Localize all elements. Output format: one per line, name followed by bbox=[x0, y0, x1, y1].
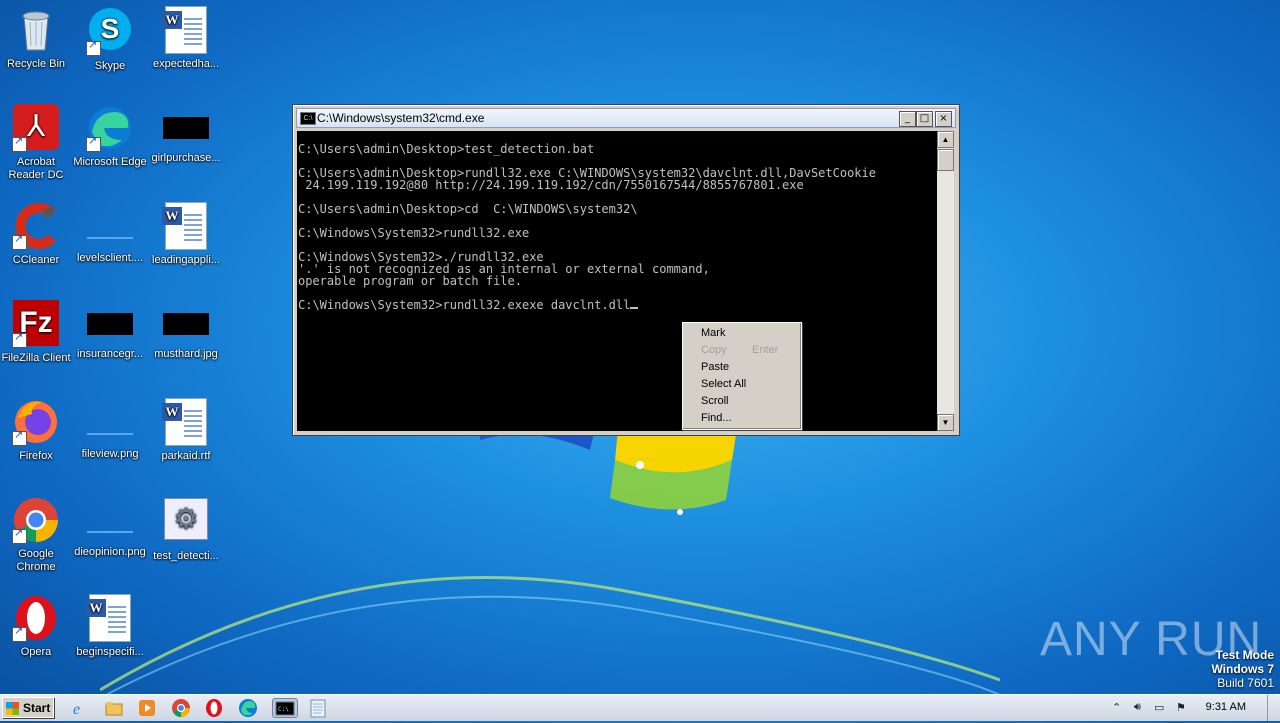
chrome-icon[interactable] bbox=[171, 698, 191, 718]
shortcut-arrow-icon bbox=[12, 527, 27, 544]
desktop-icon-levelsclient[interactable]: levelsclient.... bbox=[72, 202, 148, 265]
desktop-icon-leadingappli[interactable]: W leadingappli... bbox=[148, 202, 224, 267]
batch-file-gear-icon: ⚙ bbox=[162, 498, 210, 546]
recycle-bin-icon bbox=[12, 6, 60, 54]
desktop-icon-recycle-bin[interactable]: Recycle Bin bbox=[0, 6, 74, 71]
word-document-icon: W bbox=[162, 6, 210, 54]
cmd-titlebar[interactable]: C:\ C:\Windows\system32\cmd.exe _ □ × bbox=[296, 108, 956, 128]
desktop-icon-ccleaner[interactable]: CCleaner bbox=[0, 202, 74, 267]
desktop-icon-acrobat[interactable]: ⅄ Acrobat Reader DC bbox=[0, 104, 74, 182]
desktop-icon-beginspecifi[interactable]: W beginspecifi... bbox=[72, 594, 148, 659]
cmd-taskbar-button[interactable]: C:\ bbox=[272, 698, 298, 718]
desktop-icon-chrome[interactable]: Google Chrome bbox=[0, 496, 74, 574]
menu-item-copy[interactable]: Copy Enter bbox=[701, 342, 797, 359]
console-line: C:\Users\admin\Desktop>cd C:\WINDOWS\sys… bbox=[298, 202, 638, 216]
text-cursor bbox=[630, 307, 639, 309]
svg-text:e: e bbox=[73, 701, 80, 718]
shortcut-arrow-icon bbox=[86, 135, 101, 152]
desktop-icon-test-detection[interactable]: ⚙ test_detecti... bbox=[148, 496, 224, 563]
menu-item-paste[interactable]: Paste bbox=[701, 359, 797, 376]
network-icon[interactable]: ▭ bbox=[1154, 701, 1164, 714]
scroll-up-arrow-icon[interactable]: ▲ bbox=[937, 131, 954, 148]
start-button[interactable]: Start bbox=[2, 697, 54, 718]
volume-icon[interactable]: 🔊︎ bbox=[1134, 701, 1141, 714]
explorer-icon[interactable] bbox=[104, 698, 124, 718]
shortcut-arrow-icon bbox=[12, 331, 27, 348]
test-mode-notice: Test Mode Windows 7 Build 7601 bbox=[1211, 648, 1274, 690]
scroll-thumb[interactable] bbox=[937, 149, 954, 171]
word-document-icon: W bbox=[162, 398, 210, 446]
desktop-icon-expectedha[interactable]: W expectedha... bbox=[148, 6, 224, 71]
shortcut-arrow-icon bbox=[12, 429, 27, 446]
edge-icon[interactable] bbox=[238, 698, 258, 718]
menu-shortcut: Enter bbox=[752, 344, 779, 356]
desktop-icon-musthard[interactable]: musthard.jpg bbox=[148, 300, 224, 361]
image-file-icon bbox=[87, 509, 133, 533]
media-player-icon[interactable] bbox=[137, 698, 157, 718]
vertical-scrollbar[interactable]: ▲ ▼ bbox=[937, 131, 954, 431]
close-button[interactable]: × bbox=[935, 111, 952, 127]
image-file-icon bbox=[163, 313, 209, 335]
skype-icon: S bbox=[86, 8, 134, 56]
console-line: 24.199.119.192@80 http://24.199.119.192/… bbox=[298, 178, 804, 192]
menu-item-mark[interactable]: Mark bbox=[701, 325, 797, 342]
context-menu: Mark Copy Enter Paste Select All Scroll F… bbox=[682, 322, 802, 430]
console-input-line[interactable]: C:\Windows\System32>rundll32.exexe davcl… bbox=[297, 299, 937, 311]
image-file-icon bbox=[87, 411, 133, 435]
menu-item-find[interactable]: Find... bbox=[701, 410, 797, 427]
opera-icon[interactable] bbox=[204, 698, 224, 718]
filezilla-icon: Fz bbox=[12, 300, 60, 348]
shortcut-arrow-icon bbox=[12, 625, 27, 642]
firefox-icon bbox=[12, 398, 60, 446]
desktop-icon-insurancegr[interactable]: insurancegr... bbox=[72, 300, 148, 361]
cmd-title: C:\Windows\system32\cmd.exe bbox=[317, 111, 485, 125]
console-line: C:\Users\admin\Desktop>test_detection.ba… bbox=[298, 142, 595, 156]
desktop-icon-girlpurchase[interactable]: girlpurchase... bbox=[148, 104, 224, 165]
desktop-icon-parkaid[interactable]: W parkaid.rtf bbox=[148, 398, 224, 463]
menu-item-select-all[interactable]: Select All bbox=[701, 376, 797, 393]
ie-icon[interactable]: e bbox=[70, 698, 90, 718]
show-hidden-icons-icon[interactable]: ⌃ bbox=[1112, 701, 1121, 714]
maximize-button[interactable]: □ bbox=[916, 111, 933, 127]
file-thumbnail-icon bbox=[163, 117, 209, 139]
system-tray: ⌃ 🔊︎ ▭ ⚑ 9:31 AM bbox=[1108, 695, 1280, 721]
console-current-command: C:\Windows\System32>rundll32.exexe davcl… bbox=[298, 298, 631, 312]
menu-item-scroll[interactable]: Scroll bbox=[701, 393, 797, 410]
minimize-button[interactable]: _ bbox=[899, 111, 916, 127]
console-line: operable program or batch file. bbox=[298, 274, 522, 288]
console-line: C:\Windows\System32>rundll32.exe bbox=[298, 226, 530, 240]
shortcut-arrow-icon bbox=[86, 39, 101, 56]
scroll-down-arrow-icon[interactable]: ▼ bbox=[937, 414, 954, 431]
clock[interactable]: 9:31 AM bbox=[1206, 701, 1246, 713]
taskbar: Start e C:\ ⌃ 🔊︎ ▭ ⚑ 9:31 AM bbox=[0, 694, 1280, 721]
file-thumbnail-icon bbox=[87, 313, 133, 335]
word-document-icon: W bbox=[162, 202, 210, 250]
show-desktop-button[interactable] bbox=[1267, 695, 1280, 721]
desktop-icon-skype[interactable]: S Skype bbox=[72, 6, 148, 73]
cmd-window[interactable]: C:\ C:\Windows\system32\cmd.exe _ □ × C:… bbox=[292, 104, 960, 436]
file-thumbnail-icon bbox=[87, 215, 133, 239]
desktop-icon-dieopinion[interactable]: dieopinion.png bbox=[72, 496, 148, 559]
acrobat-icon: ⅄ bbox=[12, 104, 60, 152]
windows-logo-icon bbox=[6, 702, 19, 715]
cmd-icon: C:\ bbox=[300, 112, 316, 125]
wallpaper-swoosh bbox=[100, 576, 1000, 699]
notepad-icon[interactable] bbox=[306, 698, 332, 718]
desktop-icon-edge[interactable]: Microsoft Edge bbox=[72, 104, 148, 169]
action-center-flag-icon[interactable]: ⚑ bbox=[1176, 701, 1186, 714]
console-output[interactable]: C:\Users\admin\Desktop>test_detection.ba… bbox=[297, 131, 937, 431]
desktop-icon-filezilla[interactable]: Fz FileZilla Client bbox=[0, 300, 74, 365]
opera-icon bbox=[12, 594, 60, 642]
ccleaner-icon bbox=[12, 202, 60, 250]
desktop-icon-firefox[interactable]: Firefox bbox=[0, 398, 74, 463]
desktop-icon-fileview[interactable]: fileview.png bbox=[72, 398, 148, 461]
shortcut-arrow-icon bbox=[12, 233, 27, 250]
edge-icon bbox=[86, 104, 134, 152]
word-document-icon: W bbox=[86, 594, 134, 642]
svg-text:C:\: C:\ bbox=[278, 706, 289, 713]
desktop-icon-opera[interactable]: Opera bbox=[0, 594, 74, 659]
shortcut-arrow-icon bbox=[12, 135, 27, 152]
chrome-icon bbox=[12, 496, 60, 544]
